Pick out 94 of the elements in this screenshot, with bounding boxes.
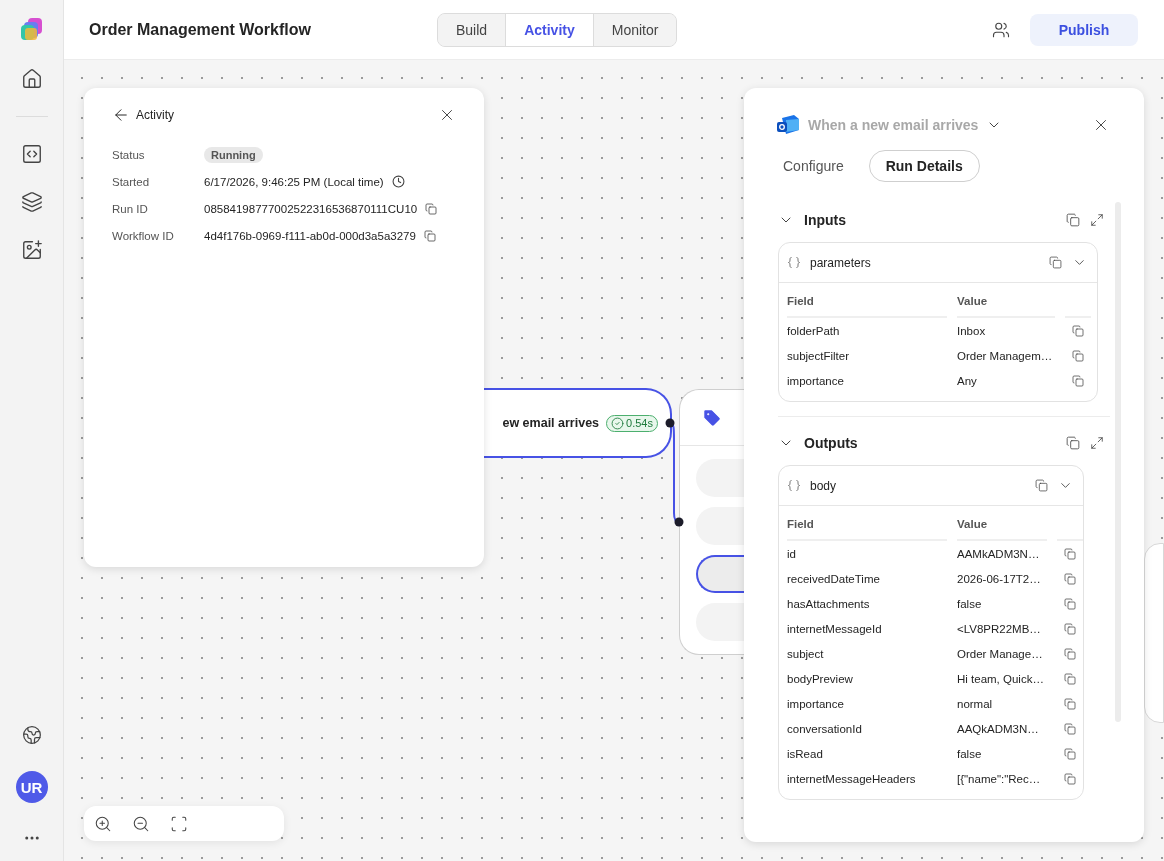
copy-icon[interactable] (1064, 622, 1076, 635)
section-title: Outputs (804, 435, 859, 451)
field-label: Started (112, 175, 151, 188)
value-cell-text: Any (957, 373, 978, 389)
copy-icon[interactable] (1066, 213, 1080, 227)
duration-badge: 0.54s (606, 414, 658, 432)
trigger-node[interactable]: ew email arrives 0.54s (484, 388, 672, 458)
panel-title: When a new email arrives (808, 117, 979, 133)
layers-icon[interactable] (20, 191, 43, 213)
braces-icon (788, 480, 800, 491)
value-cell-text: false (957, 596, 983, 612)
field-label: Run ID (112, 202, 149, 215)
zoom-in-icon[interactable] (94, 814, 112, 833)
panel-tab[interactable]: Run Details (868, 150, 980, 182)
workflow-title: Order Management Workflow (89, 20, 312, 39)
publish-button[interactable]: Publish (1030, 13, 1138, 46)
value-cell-text: Order Manage… (957, 646, 1044, 662)
copy-icon[interactable] (423, 229, 436, 242)
back-link[interactable]: Activity (112, 106, 174, 124)
people-icon[interactable] (992, 20, 1010, 39)
action-row[interactable] (696, 555, 744, 593)
app-logo-icon[interactable] (18, 16, 45, 42)
value-cell-text: Hi team, Quick… (957, 671, 1045, 687)
value-cell-text: AAMkADM3N… (957, 546, 1041, 562)
status-badge: Running (204, 146, 263, 163)
expand-icon[interactable] (1090, 436, 1104, 450)
copy-icon[interactable] (1064, 647, 1076, 660)
field-cell-text: receivedDateTime (787, 571, 881, 587)
copy-icon[interactable] (425, 202, 438, 215)
copy-icon[interactable] (1064, 772, 1076, 785)
field-cell-text: folderPath (787, 323, 841, 339)
copy-icon[interactable] (1064, 597, 1076, 610)
object-name: parameters (810, 255, 872, 270)
field-cell-text: bodyPreview (787, 671, 854, 687)
copy-icon[interactable] (1072, 349, 1084, 362)
field-cell-text: importance (787, 373, 845, 389)
column-header: Value (957, 289, 1055, 318)
copy-icon[interactable] (1072, 374, 1084, 387)
node-card[interactable] (1144, 543, 1164, 723)
value-cell-text: AAQkADM3N… (957, 721, 1040, 737)
value-cell-text: normal (957, 696, 994, 712)
field-value: 4d4f176b-0969-f111-ab0d-000d3a5a3279 (204, 229, 416, 242)
view-tab[interactable]: Monitor (592, 13, 677, 46)
copy-icon[interactable] (1064, 572, 1076, 585)
value-cell-text: Inbox (957, 323, 987, 339)
braces-icon (788, 257, 800, 268)
clock-icon[interactable] (391, 175, 405, 188)
copy-icon[interactable] (1072, 324, 1084, 337)
value-cell-text: 2026-06-17T2… (957, 571, 1042, 587)
action-node[interactable] (679, 389, 744, 655)
field-label: Status (112, 148, 146, 161)
field-label: Workflow ID (112, 229, 175, 242)
zoom-out-icon[interactable] (132, 814, 150, 833)
field-cell-text: internetMessageId (787, 621, 883, 637)
user-avatar[interactable]: UR (15, 771, 48, 803)
node-label: ew email arrives (502, 416, 600, 430)
port-dot[interactable] (665, 418, 675, 428)
view-tab[interactable]: Activity (505, 13, 593, 46)
copy-icon[interactable] (1066, 436, 1080, 450)
field-value: 6/17/2026, 9:46:25 PM (Local time) (204, 175, 384, 188)
section-title: Inputs (804, 212, 847, 228)
copy-icon[interactable] (1064, 697, 1076, 710)
field-cell-text: internetMessageHeaders (787, 771, 917, 787)
column-header: Value (957, 512, 1047, 541)
value-cell-text: Order Managem… (957, 348, 1054, 364)
copy-icon[interactable] (1064, 547, 1076, 560)
code-icon[interactable] (20, 143, 43, 165)
value-cell-text: [{"name":"Rec… (957, 771, 1042, 787)
field-cell-text: conversationId (787, 721, 863, 737)
copy-icon[interactable] (1064, 672, 1076, 685)
column-header: Field (787, 289, 947, 318)
field-cell-text: subject (787, 646, 825, 662)
mail-app-icon (776, 114, 800, 136)
copy-icon[interactable] (1064, 747, 1076, 760)
copy-icon[interactable] (1035, 479, 1048, 492)
home-icon[interactable] (20, 68, 43, 90)
copy-icon[interactable] (1049, 256, 1062, 269)
field-cell-text: hasAttachments (787, 596, 871, 612)
object-name: body (810, 478, 838, 493)
field-cell-text: importance (787, 696, 845, 712)
fit-view-icon[interactable] (170, 814, 188, 833)
value-cell-text: <LV8PR22MB… (957, 621, 1042, 637)
field-cell-text: subjectFilter (787, 348, 850, 364)
copy-icon[interactable] (1064, 722, 1076, 735)
globe-icon[interactable] (21, 725, 42, 745)
value-cell-text: false (957, 746, 983, 762)
field-value: 08584198777002522316536870111CU10 (204, 202, 418, 215)
field-cell-text: isRead (787, 746, 824, 762)
column-header: Field (787, 512, 947, 541)
tag-icon (702, 407, 722, 428)
expand-icon[interactable] (1090, 213, 1104, 227)
port-dot[interactable] (674, 517, 684, 527)
image-plus-icon[interactable] (20, 239, 43, 261)
field-cell-text: id (787, 546, 797, 562)
